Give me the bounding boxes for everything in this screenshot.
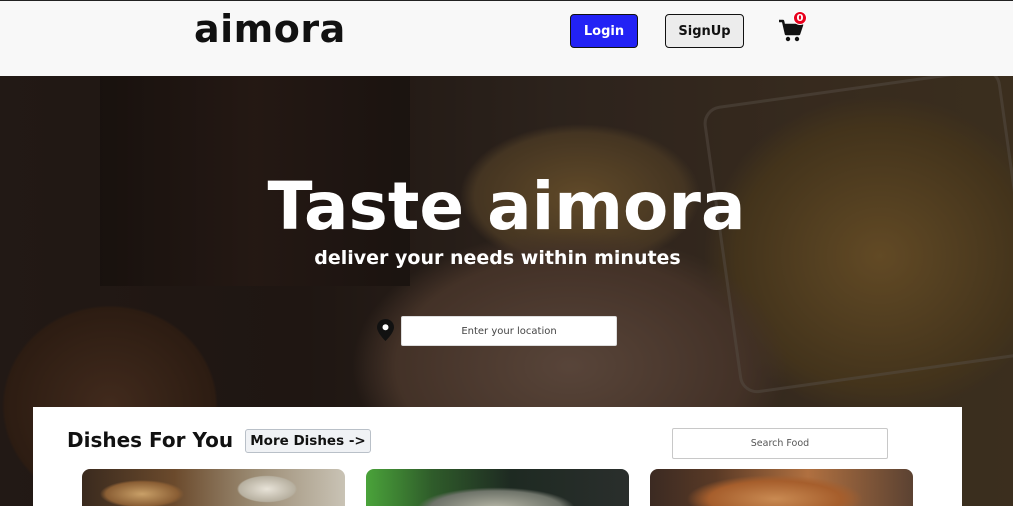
map-pin-icon	[377, 319, 394, 341]
logo[interactable]: aimora	[194, 7, 346, 51]
hero-title: Taste aimora	[267, 168, 746, 245]
hero-subtitle: deliver your needs within minutes	[314, 247, 681, 269]
signup-button[interactable]: SignUp	[665, 14, 744, 48]
dish-card[interactable]	[650, 469, 913, 506]
section-title: Dishes For You	[67, 428, 234, 452]
navbar: aimora Login SignUp 0	[0, 0, 1013, 76]
dish-card[interactable]	[366, 469, 629, 506]
cart-count-badge: 0	[793, 11, 807, 25]
dish-card[interactable]	[82, 469, 345, 506]
more-dishes-button[interactable]: More Dishes ->	[245, 429, 371, 453]
location-input[interactable]: Enter your location	[401, 316, 617, 346]
login-button[interactable]: Login	[570, 14, 638, 48]
search-food-input[interactable]: Search Food	[672, 428, 888, 459]
